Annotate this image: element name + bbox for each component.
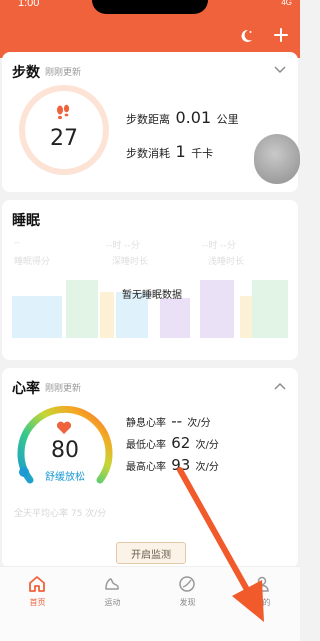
nav-profile[interactable]: 我的 xyxy=(225,567,300,641)
footprint-icon xyxy=(57,104,70,120)
max-hr-row: 最高心率 93 次/分 xyxy=(126,456,219,474)
steps-count: 27 xyxy=(50,126,78,151)
steps-card[interactable]: 步数 刚刚更新 27 步数距离 0.01 公里 步数消耗 1 千卡 xyxy=(2,52,300,192)
nav-profile-label: 我的 xyxy=(254,598,271,607)
distance-label: 步数距离 xyxy=(126,113,170,126)
steps-distance: 步数距离 0.01 公里 xyxy=(126,108,239,127)
heart-icon xyxy=(56,421,72,434)
light-sleep-label: 浅睡时长 xyxy=(208,257,245,267)
max-hr-unit: 次/分 xyxy=(195,462,219,473)
profile-icon xyxy=(255,576,269,592)
distance-value: 0.01 xyxy=(175,108,212,127)
shoe-icon xyxy=(105,578,119,590)
max-hr-value: 93 xyxy=(171,456,191,474)
heart-rate-state: 舒缓放松 xyxy=(45,472,85,483)
status-network: 4G xyxy=(281,0,292,7)
heart-rate-value: 80 xyxy=(51,438,79,463)
calorie-label: 步数消耗 xyxy=(126,147,170,160)
sleep-title: 睡眠 xyxy=(12,213,40,229)
nav-home[interactable]: 首页 xyxy=(0,567,75,641)
discover-icon xyxy=(179,576,195,592)
min-hr-unit: 次/分 xyxy=(195,440,219,451)
nav-discover[interactable]: 发现 xyxy=(150,567,225,641)
steps-title: 步数 xyxy=(12,65,40,81)
nav-sport[interactable]: 运动 xyxy=(75,567,150,641)
calorie-value: 1 xyxy=(175,142,186,161)
chevron-down-icon[interactable] xyxy=(274,66,286,74)
nav-home-label: 首页 xyxy=(29,598,46,607)
floating-assist-button[interactable] xyxy=(254,134,300,184)
calorie-unit: 千卡 xyxy=(191,147,214,160)
status-time: 1:00 xyxy=(18,0,40,9)
steps-updated: 刚刚更新 xyxy=(45,68,82,78)
phone-notch xyxy=(92,0,208,14)
min-hr-value: 62 xyxy=(171,434,191,452)
resting-hr-row: 静息心率 -- 次/分 xyxy=(126,412,211,430)
min-hr-label: 最低心率 xyxy=(126,440,166,451)
min-hr-row: 最低心率 62 次/分 xyxy=(126,434,219,452)
plus-icon[interactable] xyxy=(272,26,290,44)
max-hr-label: 最高心率 xyxy=(126,462,166,473)
sleep-score-value: -- xyxy=(14,238,21,248)
resting-hr-value: -- xyxy=(171,412,183,430)
steps-calories: 步数消耗 1 千卡 xyxy=(126,142,213,161)
light-sleep-value: --时 --分 xyxy=(202,241,236,251)
heart-rate-card[interactable]: 心率 刚刚更新 80 舒缓放松 静息心率 -- 次/分 最低心率 62 次/分 … xyxy=(2,368,298,568)
avg-heart-rate: 全天平均心率 75 次/分 xyxy=(14,509,107,519)
resting-hr-unit: 次/分 xyxy=(187,418,211,429)
sleep-score-label: 睡眠得分 xyxy=(14,257,51,267)
start-monitoring-button[interactable]: 开启监测 xyxy=(116,542,186,564)
app-header: 1:00 4G xyxy=(0,0,300,58)
deep-sleep-label: 深睡时长 xyxy=(112,257,149,267)
sleep-card[interactable]: 睡眠 -- 睡眠得分 --时 --分 深睡时长 --时 --分 浅睡时长 暂无睡… xyxy=(2,200,298,360)
distance-unit: 公里 xyxy=(216,113,239,126)
sleep-empty-text: 暂无睡眠数据 xyxy=(122,290,182,301)
nav-sport-label: 运动 xyxy=(104,598,121,607)
resting-hr-label: 静息心率 xyxy=(126,418,166,429)
home-icon xyxy=(29,576,45,592)
deep-sleep-value: --时 --分 xyxy=(106,241,140,251)
bottom-nav: 首页 运动 发现 我的 xyxy=(0,566,300,641)
chevron-up-icon[interactable] xyxy=(274,382,286,390)
moon-icon[interactable] xyxy=(238,28,254,44)
nav-discover-label: 发现 xyxy=(179,598,196,607)
